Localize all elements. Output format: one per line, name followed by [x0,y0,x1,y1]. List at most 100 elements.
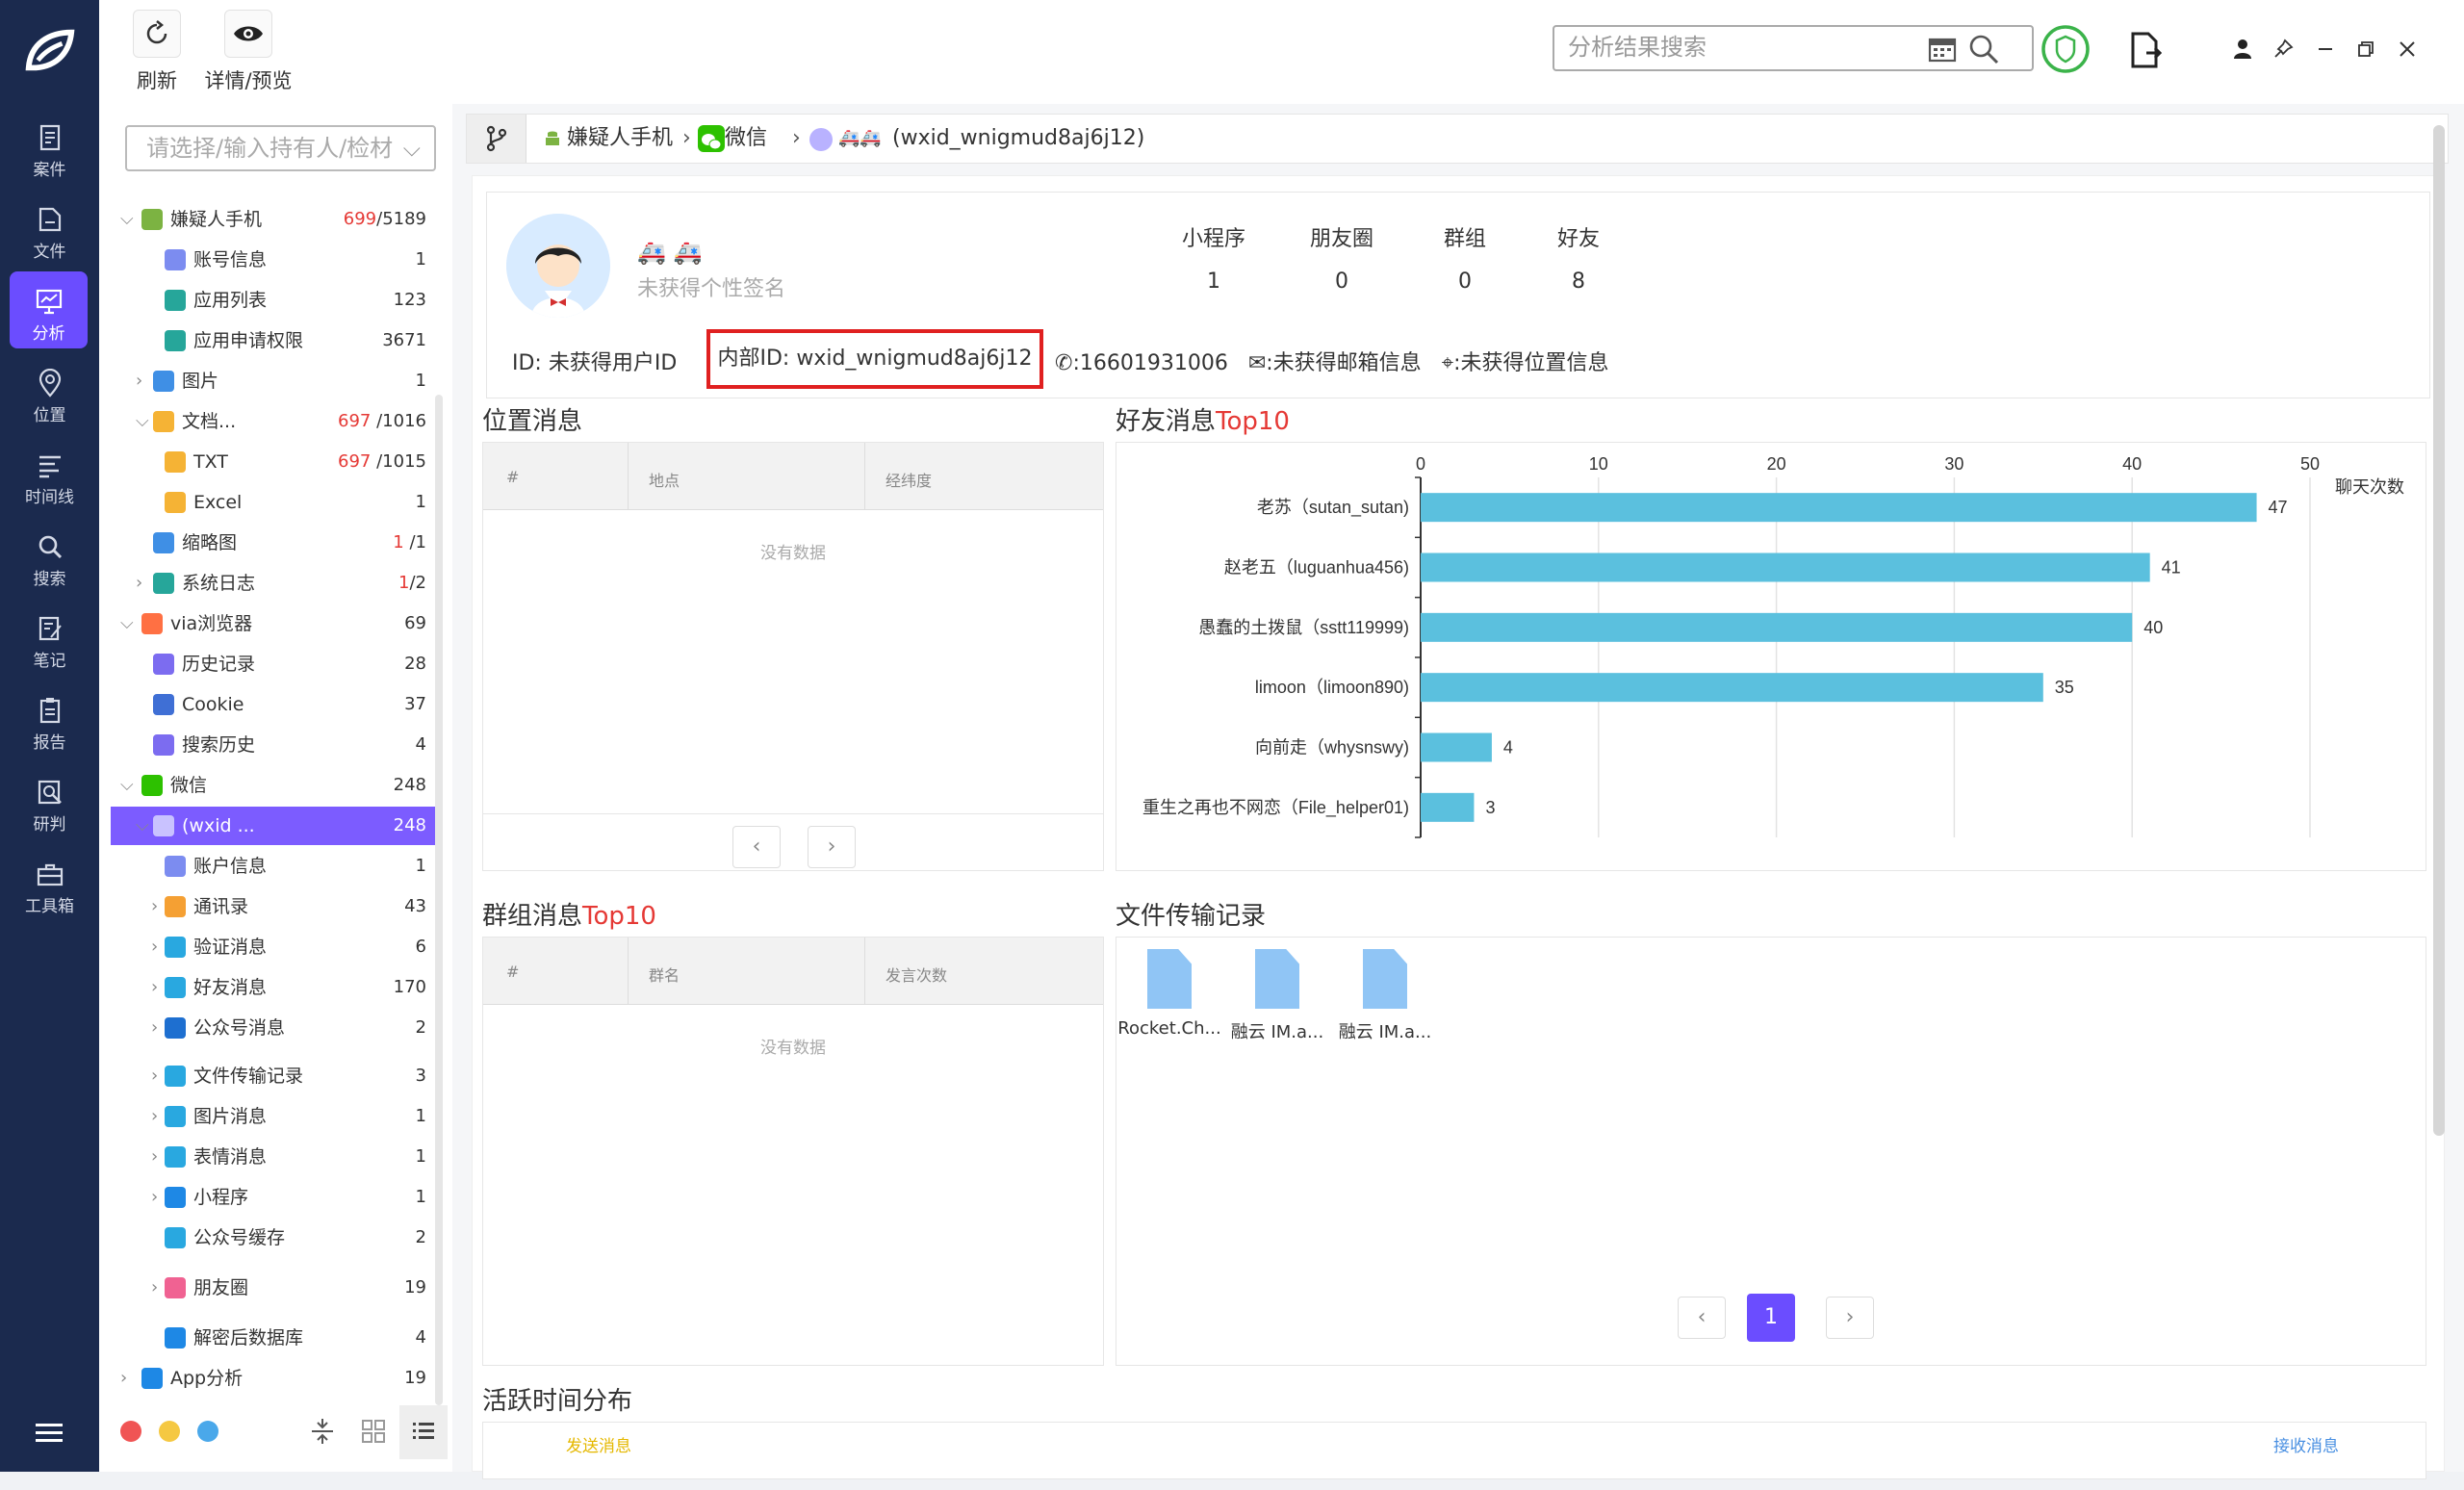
list-view-button[interactable] [399,1405,448,1459]
holder-select[interactable]: 请选择/输入持有人/检材 ⌵ [125,125,436,171]
chevron-down-icon[interactable]: ⌵ [136,817,149,835]
grid-view-icon[interactable] [361,1419,386,1444]
via-browser-icon [141,613,163,634]
minimize-button[interactable] [2311,35,2340,64]
breadcrumb-user[interactable]: (wxid_wnigmud8aj6j12) [892,115,1144,163]
stat-item[interactable]: 好友 8 [1521,221,1636,294]
tree-item[interactable]: ⌵ 微信 248 [111,766,438,805]
rail-item-analysis[interactable]: 分析 [10,271,88,348]
txt-icon [165,451,186,473]
tree-item[interactable]: 历史记录 28 [111,645,438,683]
analysis-search-input[interactable] [1554,27,1920,69]
refresh-button[interactable]: 刷新 [128,10,186,96]
detail-preview-button[interactable]: 详情/预览 [200,10,296,96]
page-number-button[interactable]: 1 [1747,1294,1795,1342]
main-scrollbar[interactable] [2433,125,2445,1136]
rail-item-timeline[interactable]: 时间线 [0,435,99,512]
chevron-right-icon[interactable]: › [151,1108,165,1125]
file-item[interactable]: Rocket.Ch... [1116,949,1222,1039]
rail-item-report[interactable]: 报告 [0,681,99,758]
tree-item[interactable]: › 通讯录 43 [111,887,438,926]
pin-button[interactable] [2269,35,2297,64]
tree-item[interactable]: › 验证消息 6 [111,928,438,966]
restore-button[interactable] [2351,35,2380,64]
tree-item[interactable]: › 小程序 1 [111,1178,438,1217]
rail-item-search[interactable]: 搜索 [0,517,99,594]
tree-item[interactable]: 缩略图 1 /1 [111,524,438,562]
chevron-right-icon[interactable]: › [151,938,165,956]
tree-item[interactable]: Cookie 37 [111,685,438,724]
chevron-right-icon[interactable]: › [151,979,165,996]
tree-item[interactable]: 解密后数据库 4 [111,1319,438,1357]
stat-item[interactable]: 朋友圈 0 [1284,221,1399,294]
rail-item-toolbox[interactable]: 工具箱 [0,844,99,921]
tree-item[interactable]: › 表情消息 1 [111,1138,438,1176]
chevron-right-icon[interactable]: › [136,575,149,592]
tree-item[interactable]: 账户信息 1 [111,847,438,886]
chevron-right-icon[interactable]: › [151,1148,165,1166]
tree-item[interactable]: › 图片消息 1 [111,1097,438,1136]
chevron-right-icon[interactable]: › [151,1189,165,1206]
tree-item[interactable]: › 文件传输记录 3 [111,1057,438,1095]
tree-item[interactable]: ⌵ via浏览器 69 [111,604,438,643]
tree-item[interactable]: › 朋友圈 19 [111,1269,438,1307]
menu-icon[interactable] [33,1417,65,1450]
tree-item[interactable]: › 图片 1 [111,362,438,400]
user-button[interactable] [2228,35,2257,64]
file-item[interactable]: 融云 IM.a... [1224,949,1330,1043]
prev-page-button[interactable]: ‹ [732,826,781,868]
prev-page-button[interactable]: ‹ [1678,1297,1726,1339]
chevron-down-icon[interactable]: ⌵ [120,615,134,632]
tree-item[interactable]: › 公众号消息 2 [111,1009,438,1047]
chevron-right-icon[interactable]: › [151,898,165,915]
tree-item[interactable]: TXT 697 /1015 [111,443,438,481]
rail-item-case[interactable]: 案件 [0,108,99,185]
export-button[interactable] [2124,29,2167,71]
tree-scrollbar[interactable] [435,395,443,1405]
chevron-down-icon[interactable]: ⌵ [120,211,134,228]
rail-item-judge[interactable]: 研判 [0,762,99,839]
chevron-right-icon[interactable]: › [136,372,149,390]
chevron-right-icon[interactable]: › [151,1279,165,1297]
branch-button[interactable] [467,115,526,163]
tree-item[interactable]: ⌵ (wxid ... 248 [111,807,438,845]
next-page-button[interactable]: › [1826,1297,1874,1339]
chevron-right-icon[interactable]: › [151,1019,165,1037]
tree-item[interactable]: 账号信息 1 [111,241,438,279]
yellow-dot-icon[interactable] [159,1421,180,1442]
blue-dot-icon[interactable] [197,1421,218,1442]
rail-item-location[interactable]: 位置 [0,353,99,430]
friend-msg-icon [165,977,186,998]
close-button[interactable] [2393,35,2422,64]
tree-item[interactable]: 公众号缓存 2 [111,1219,438,1257]
chevron-down-icon[interactable]: ⌵ [136,413,149,430]
image-icon [153,371,174,392]
breadcrumb-wechat[interactable]: 微信 [725,115,767,163]
cookie-icon [153,694,174,715]
chevron-down-icon[interactable]: ⌵ [120,777,134,794]
next-page-button[interactable]: › [808,826,856,868]
tree-item[interactable]: › 好友消息 170 [111,968,438,1007]
database-icon [165,1327,186,1349]
tree-item[interactable]: 搜索历史 4 [111,726,438,764]
calendar-icon[interactable] [1928,36,1957,63]
collapse-icon[interactable] [308,1417,337,1446]
security-check-button[interactable] [2040,23,2092,75]
search-icon[interactable] [1968,34,1999,64]
breadcrumb-phone[interactable]: 嫌疑人手机 [567,115,673,163]
tree-item[interactable]: ⌵ 文档... 697 /1016 [111,402,438,441]
stat-item[interactable]: 小程序 1 [1156,221,1271,294]
tree-item[interactable]: ⌵ 嫌疑人手机 699/5189 [111,200,438,239]
tree-item[interactable]: 应用申请权限 3671 [111,321,438,360]
tree-item[interactable]: › 系统日志 1/2 [111,564,438,603]
tree-item[interactable]: › App分析 19 [111,1359,438,1398]
stat-item[interactable]: 群组 0 [1407,221,1523,294]
file-item[interactable]: 融云 IM.a... [1332,949,1438,1043]
rail-item-file[interactable]: 文件 [0,190,99,267]
red-dot-icon[interactable] [120,1421,141,1442]
tree-item[interactable]: 应用列表 123 [111,281,438,320]
tree-item[interactable]: Excel 1 [111,483,438,522]
chevron-right-icon[interactable]: › [151,1067,165,1085]
chevron-right-icon[interactable]: › [120,1370,134,1387]
rail-item-note[interactable]: 笔记 [0,599,99,676]
